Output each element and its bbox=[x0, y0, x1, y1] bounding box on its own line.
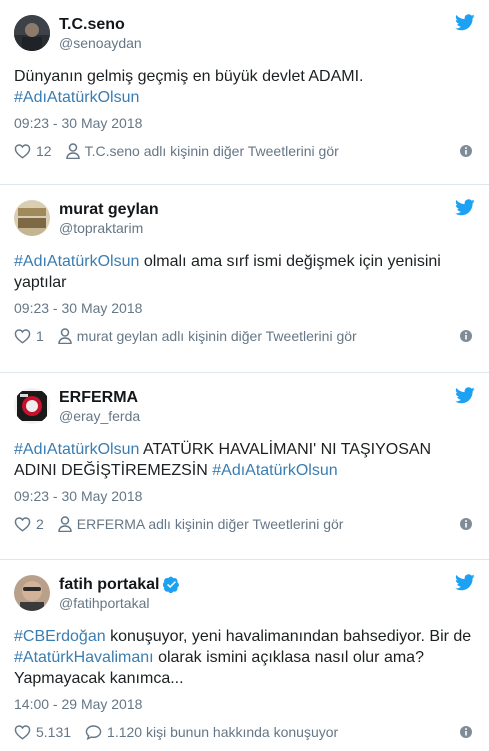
verified-badge-icon bbox=[163, 576, 180, 593]
avatar-image bbox=[14, 388, 50, 424]
tweet-text: Dünyanın gelmiş geçmiş en büyük devlet A… bbox=[14, 66, 475, 108]
like-count: 2 bbox=[36, 516, 44, 532]
twitter-bird-icon[interactable] bbox=[455, 14, 475, 31]
like-button[interactable]: 5.131 bbox=[14, 724, 71, 740]
avatar[interactable] bbox=[14, 200, 50, 236]
tweet-header: ERFERMA @eray_ferda bbox=[14, 385, 475, 427]
like-button[interactable]: 2 bbox=[14, 516, 44, 532]
display-name[interactable]: fatih portakal bbox=[59, 575, 180, 594]
hashtag-link[interactable]: #CBErdoğan bbox=[14, 628, 106, 645]
display-name[interactable]: murat geylan bbox=[59, 200, 159, 219]
profile-tweets-label: T.C.seno adlı kişinin diğer Tweetlerini … bbox=[84, 143, 339, 159]
profile-tweets-link[interactable]: T.C.seno adlı kişinin diğer Tweetlerini … bbox=[65, 143, 339, 159]
twitter-bird-icon[interactable] bbox=[455, 199, 475, 216]
tweet-card[interactable]: ERFERMA @eray_ferda #AdıAtatürkOlsun ATA… bbox=[0, 373, 489, 560]
tweet-header: murat geylan @topraktarim bbox=[14, 197, 475, 239]
avatar-image bbox=[14, 575, 50, 611]
tweet-card[interactable]: fatih portakal @fatihportakal #CBErdoğan… bbox=[0, 560, 489, 751]
person-icon bbox=[65, 143, 80, 159]
person-icon bbox=[58, 516, 72, 532]
hashtag-link[interactable]: #AtatürkHavalimanı bbox=[14, 649, 154, 666]
tweet-timestamp[interactable]: 09:23 - 30 May 2018 bbox=[14, 299, 475, 317]
tweet-feed: T.C.seno @senoaydan Dünyanın gelmiş geçm… bbox=[0, 0, 489, 751]
info-icon[interactable] bbox=[459, 144, 473, 158]
twitter-bird-icon[interactable] bbox=[455, 574, 475, 591]
tweet-text: #AdıAtatürkOlsun olmalı ama sırf ismi de… bbox=[14, 251, 475, 293]
heart-icon bbox=[14, 144, 31, 159]
hashtag-link[interactable]: #AdıAtatürkOlsun bbox=[14, 253, 139, 270]
like-button[interactable]: 12 bbox=[14, 143, 52, 159]
like-count: 5.131 bbox=[36, 724, 72, 740]
info-icon[interactable] bbox=[459, 517, 473, 531]
avatar[interactable] bbox=[14, 15, 50, 51]
tweet-text: #AdıAtatürkOlsun ATATÜRK HAVALİMANI' NI … bbox=[14, 439, 475, 481]
hashtag-link[interactable]: #AdıAtatürkOlsun bbox=[14, 441, 139, 458]
hashtag-link[interactable]: #AdıAtatürkOlsun bbox=[212, 462, 337, 479]
like-count: 12 bbox=[36, 143, 52, 159]
tweet-actions: 2 ERFERMA adlı kişinin diğer Tweetlerini… bbox=[14, 514, 475, 534]
tweet-text-segment: Dünyanın gelmiş geçmiş en büyük devlet A… bbox=[14, 68, 364, 85]
tweet-actions: 5.131 1.120 kişi bunun hakkında konuşuyo… bbox=[14, 722, 475, 742]
avatar[interactable] bbox=[14, 388, 50, 424]
display-name[interactable]: T.C.seno bbox=[59, 15, 142, 34]
profile-tweets-label: murat geylan adlı kişinin diğer Tweetler… bbox=[76, 328, 357, 344]
user-handle[interactable]: @senoaydan bbox=[59, 34, 142, 52]
reply-icon bbox=[85, 725, 102, 740]
display-name-text: fatih portakal bbox=[59, 575, 160, 593]
like-button[interactable]: 1 bbox=[14, 328, 44, 344]
tweet-header: T.C.seno @senoaydan bbox=[14, 12, 475, 54]
tweet-actions: 12 T.C.seno adlı kişinin diğer Tweetleri… bbox=[14, 141, 475, 161]
tweet-card[interactable]: T.C.seno @senoaydan Dünyanın gelmiş geçm… bbox=[0, 0, 489, 185]
user-handle[interactable]: @topraktarim bbox=[59, 219, 159, 237]
info-icon[interactable] bbox=[459, 329, 473, 343]
info-icon[interactable] bbox=[459, 725, 473, 739]
like-count: 1 bbox=[36, 328, 44, 344]
avatar[interactable] bbox=[14, 575, 50, 611]
tweet-text-segment: konuşuyor, yeni havalimanından bahsediyo… bbox=[105, 628, 472, 645]
tweet-card[interactable]: murat geylan @topraktarim #AdıAtatürkOls… bbox=[0, 185, 489, 373]
conversation-label: 1.120 kişi bunun hakkında konuşuyor bbox=[107, 724, 339, 740]
conversation-link[interactable]: 1.120 kişi bunun hakkında konuşuyor bbox=[85, 724, 338, 740]
user-handle[interactable]: @fatihportakal bbox=[59, 594, 180, 612]
tweet-timestamp[interactable]: 14:00 - 29 May 2018 bbox=[14, 695, 475, 713]
display-name[interactable]: ERFERMA bbox=[59, 388, 140, 407]
tweet-timestamp[interactable]: 09:23 - 30 May 2018 bbox=[14, 487, 475, 505]
hashtag-link[interactable]: #AdıAtatürkOlsun bbox=[14, 89, 139, 106]
heart-icon bbox=[14, 725, 31, 740]
avatar-image bbox=[14, 15, 50, 51]
heart-icon bbox=[14, 517, 31, 532]
tweet-header: fatih portakal @fatihportakal bbox=[14, 572, 475, 614]
heart-icon bbox=[14, 329, 31, 344]
profile-tweets-label: ERFERMA adlı kişinin diğer Tweetlerini g… bbox=[76, 516, 344, 532]
profile-tweets-link[interactable]: ERFERMA adlı kişinin diğer Tweetlerini g… bbox=[58, 516, 344, 532]
twitter-bird-icon[interactable] bbox=[455, 387, 475, 404]
user-handle[interactable]: @eray_ferda bbox=[59, 407, 140, 425]
person-icon bbox=[58, 328, 72, 344]
tweet-timestamp[interactable]: 09:23 - 30 May 2018 bbox=[14, 114, 475, 132]
tweet-actions: 1 murat geylan adlı kişinin diğer Tweetl… bbox=[14, 326, 475, 346]
avatar-image bbox=[14, 200, 50, 236]
profile-tweets-link[interactable]: murat geylan adlı kişinin diğer Tweetler… bbox=[58, 328, 357, 344]
tweet-text: #CBErdoğan konuşuyor, yeni havalimanında… bbox=[14, 626, 475, 689]
